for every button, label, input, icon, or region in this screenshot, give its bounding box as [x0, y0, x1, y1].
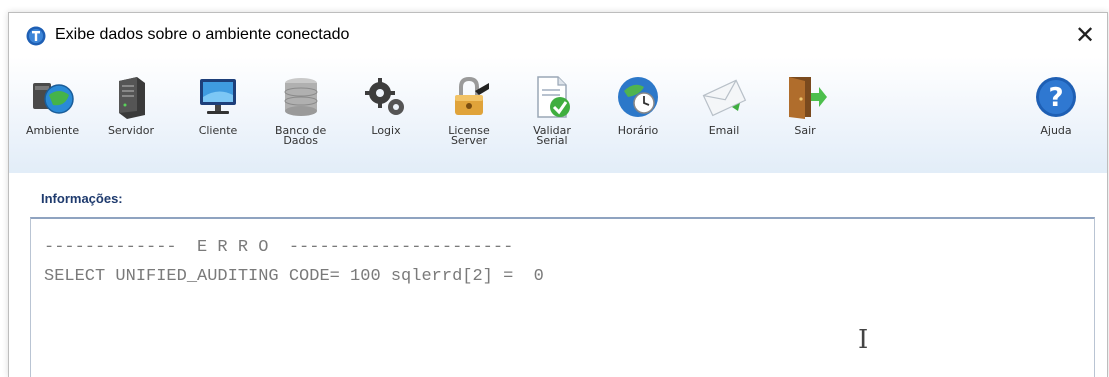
toolbar-button-license-server[interactable]: License Server: [445, 73, 493, 146]
toolbar-button-horario[interactable]: Horário: [614, 73, 662, 136]
globe-clock-icon: [618, 77, 658, 117]
toolbar-label: Ambiente: [26, 124, 80, 137]
toolbar-label: Banco de Dados: [275, 124, 327, 147]
toolbar-button-validar-serial[interactable]: Validar Serial: [528, 73, 576, 146]
help-icon: ?: [1036, 77, 1076, 117]
info-line: ------------- E R R O ------------------…: [44, 238, 514, 257]
close-icon: ✕: [1074, 21, 1096, 49]
svg-text:?: ?: [1048, 83, 1063, 113]
toolbar-button-ajuda[interactable]: ? Ajuda: [1032, 73, 1080, 136]
license-server-icon: [455, 76, 489, 115]
title-bar: Exibe dados sobre o ambiente conectado ✕: [9, 13, 1107, 57]
toolbar-label: Ajuda: [1040, 124, 1072, 137]
window-title: Exibe dados sobre o ambiente conectado: [55, 26, 350, 43]
database-icon: [284, 78, 318, 116]
dialog-window: Exibe dados sobre o ambiente conectado ✕…: [8, 12, 1108, 377]
toolbar-button-sair[interactable]: Sair: [781, 73, 829, 136]
text-cursor-icon: I: [858, 325, 869, 355]
toolbar-label: Cliente: [198, 124, 238, 137]
toolbar-button-logix[interactable]: Logix: [362, 73, 410, 136]
info-line: SELECT UNIFIED_AUDITING CODE= 100 sqlerr…: [44, 267, 544, 286]
toolbar-label: Horário: [617, 124, 659, 137]
toolbar-label: License Server: [448, 124, 490, 147]
gears-icon: [365, 78, 404, 115]
email-icon: [702, 79, 747, 117]
toolbar-label: Sair: [794, 124, 816, 137]
app-logo-icon: [26, 26, 46, 46]
toolbar-button-banco-de-dados[interactable]: Banco de Dados: [275, 73, 326, 146]
toolbar-label: Email: [708, 124, 740, 137]
info-section-label: Informações:: [41, 191, 123, 206]
info-text-area[interactable]: ------------- E R R O ------------------…: [30, 217, 1095, 377]
toolbar-label: Servidor: [107, 124, 155, 137]
toolbar-button-cliente[interactable]: Cliente: [194, 73, 242, 136]
toolbar: Ambiente Servidor Cliente Banco de Dados…: [9, 57, 1107, 173]
server-icon: [119, 77, 145, 119]
toolbar-button-servidor[interactable]: Servidor: [107, 73, 155, 136]
environment-icon: [32, 83, 74, 114]
toolbar-label: Logix: [371, 124, 401, 137]
toolbar-button-ambiente[interactable]: Ambiente: [26, 73, 79, 136]
toolbar-label: Validar Serial: [533, 124, 571, 147]
close-button[interactable]: ✕: [1067, 19, 1103, 51]
toolbar-button-email[interactable]: Email: [700, 73, 748, 136]
client-monitor-icon: [200, 79, 236, 114]
validate-serial-icon: [537, 76, 570, 118]
exit-door-icon: [789, 77, 827, 119]
